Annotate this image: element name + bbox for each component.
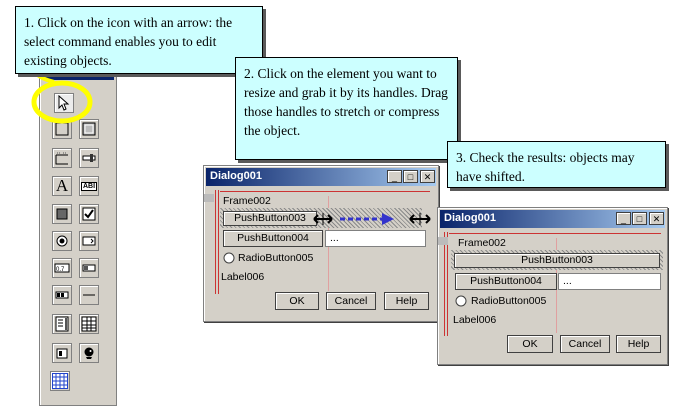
- edit-field[interactable]: ...: [325, 230, 426, 247]
- progress-tool[interactable]: [52, 285, 72, 305]
- image-tool[interactable]: [52, 343, 72, 363]
- ok-button[interactable]: OK: [507, 335, 553, 353]
- frame-label: Frame002: [223, 195, 271, 207]
- table-grid-tool[interactable]: [50, 371, 70, 391]
- frame-label: Frame002: [458, 237, 506, 249]
- guide-line-left-inner: [218, 190, 219, 294]
- dialog-before: Dialog001 _ □ ✕ Frame002 PushButton003 P…: [203, 165, 439, 322]
- head-profile-icon: [84, 347, 94, 359]
- close-button[interactable]: ✕: [649, 212, 664, 225]
- list-tool[interactable]: [52, 314, 72, 334]
- label-006: Label006: [453, 314, 497, 326]
- table-grid-icon: [52, 373, 68, 389]
- horizontal-scroll-tool[interactable]: [79, 258, 99, 278]
- range-slider-icon: 0.7: [54, 263, 70, 273]
- dialog-after-title: Dialog001: [444, 212, 496, 224]
- image-icon: [56, 348, 68, 359]
- edit-field[interactable]: ...: [558, 273, 661, 290]
- push-button-003[interactable]: PushButton003: [223, 211, 317, 226]
- callout-step3: 3. Check the results: objects may have s…: [447, 141, 666, 188]
- horizontal-line-tool[interactable]: [79, 285, 99, 305]
- horizontal-line-icon: [83, 294, 95, 296]
- guide-line-left: [215, 190, 216, 294]
- frame-marker: [204, 194, 214, 202]
- guide-line-top: [449, 233, 661, 234]
- help-button[interactable]: Help: [616, 335, 661, 353]
- radio-button-icon[interactable]: [223, 252, 235, 264]
- grid-icon: [81, 316, 97, 332]
- range-slider-tool[interactable]: 0.7: [52, 258, 72, 278]
- tab-icon: [55, 152, 68, 165]
- scroll-icon: [82, 154, 96, 162]
- dialog-before-title: Dialog001: [210, 170, 262, 182]
- label-006: Label006: [221, 271, 265, 283]
- dialog-after: Dialog001 _ □ ✕ Frame002 PushButton003 P…: [437, 207, 668, 365]
- text-label-icon: A: [55, 176, 69, 195]
- push-button-icon: [56, 208, 68, 220]
- minimize-button[interactable]: _: [616, 212, 631, 225]
- list-icon: [55, 316, 69, 332]
- help-button[interactable]: Help: [384, 292, 429, 310]
- close-button[interactable]: ✕: [420, 170, 435, 183]
- maximize-button[interactable]: □: [632, 212, 647, 225]
- cancel-button[interactable]: Cancel: [326, 292, 376, 310]
- callout-step1-text: 1. Click on the icon with an arrow: the …: [24, 15, 233, 68]
- push-button-004[interactable]: PushButton004: [223, 230, 323, 247]
- dialog-before-titlebar[interactable]: Dialog001 _ □ ✕: [206, 168, 436, 186]
- ole-object-tool[interactable]: [79, 343, 99, 363]
- scroll-tool[interactable]: [79, 148, 99, 168]
- dialog-after-titlebar[interactable]: Dialog001 _ □ ✕: [440, 210, 665, 228]
- text-label-tool[interactable]: A: [52, 176, 72, 196]
- minimize-button[interactable]: _: [387, 170, 402, 183]
- radio-button-label: RadioButton005: [238, 252, 314, 264]
- radio-button-icon[interactable]: [455, 295, 467, 307]
- grid-tool[interactable]: [79, 314, 99, 334]
- radio-button-icon: [56, 235, 68, 247]
- resize-drag-arrow: [313, 213, 431, 225]
- tab-tool[interactable]: [52, 148, 72, 168]
- edit-field-icon: ABI: [80, 181, 98, 191]
- spin-button-icon: [82, 236, 96, 246]
- horizontal-scroll-icon: [82, 264, 96, 272]
- edit-field-tool[interactable]: ABI: [79, 176, 99, 196]
- push-button-004[interactable]: PushButton004: [455, 273, 557, 290]
- spin-button-tool[interactable]: [79, 231, 99, 251]
- callout-step2: 2. Click on the element you want to resi…: [235, 57, 458, 160]
- svg-text:0.7: 0.7: [56, 267, 65, 273]
- guide-line-left-inner: [447, 232, 448, 336]
- push-button-tool[interactable]: [52, 204, 72, 224]
- guide-line-left: [444, 232, 445, 336]
- progress-icon: [55, 291, 69, 299]
- cancel-button[interactable]: Cancel: [560, 335, 610, 353]
- maximize-button[interactable]: □: [403, 170, 418, 183]
- guide-line-top: [220, 191, 430, 192]
- push-button-003[interactable]: PushButton003: [454, 253, 660, 268]
- checkbox-icon: [82, 207, 96, 221]
- checkbox-tool[interactable]: [79, 204, 99, 224]
- radio-button-label: RadioButton005: [471, 295, 547, 307]
- callout-step3-text: 3. Check the results: objects may have s…: [456, 150, 635, 184]
- frame-marker: [438, 237, 448, 245]
- callout-step2-text: 2. Click on the element you want to resi…: [244, 66, 448, 138]
- callout-step1: 1. Click on the icon with an arrow: the …: [15, 6, 263, 74]
- radio-button-tool[interactable]: [52, 231, 72, 251]
- ok-button[interactable]: OK: [275, 292, 319, 310]
